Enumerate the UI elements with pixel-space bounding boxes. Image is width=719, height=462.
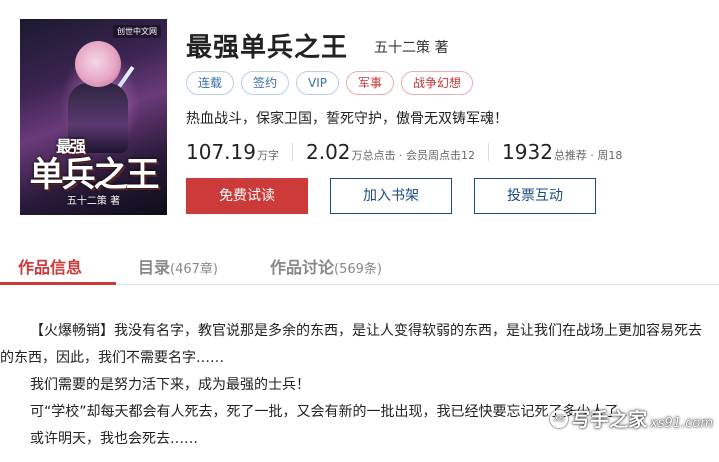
tab-bar: 作品信息 目录(467章) 作品讨论(569条) <box>0 243 719 285</box>
cover-character-head <box>75 41 121 87</box>
tab-work-info-label: 作品信息 <box>18 258 83 277</box>
click-count-value: 2.02 <box>305 140 351 164</box>
cover-brand: 创世中文网 <box>113 25 161 38</box>
recommend-count-unit: 总推荐 · 周18 <box>553 149 623 162</box>
free-read-button[interactable]: 免费试读 <box>186 178 308 214</box>
tab-discussion-count: (569条) <box>334 262 382 277</box>
tag-serializing: 连载 <box>186 71 235 95</box>
watermark: XS 写手之家 xs91.com <box>550 405 713 432</box>
recommend-count-value: 1932 <box>502 140 553 164</box>
watermark-logo-icon: XS <box>550 409 569 428</box>
stat-divider <box>291 143 293 161</box>
tab-catalog[interactable]: 目录(467章) <box>138 254 218 278</box>
book-cover[interactable]: 创世中文网 最强 单兵之王 五十二策 著 <box>20 19 167 215</box>
description-line: 我们需要的是努力活下来，成为最强的士兵！ <box>30 377 310 393</box>
add-to-shelf-button[interactable]: 加入书架 <box>330 178 452 214</box>
book-title: 最强单兵之王 <box>186 33 349 63</box>
tag-list: 连载 签约 VIP 军事 战争幻想 <box>186 71 474 95</box>
cover-author: 五十二策 著 <box>66 196 121 207</box>
tab-discussion-label: 作品讨论 <box>270 258 335 277</box>
tag-signed: 签约 <box>241 71 290 95</box>
cover-title-large: 单兵之王 <box>29 155 160 195</box>
tag-vip: VIP <box>296 71 340 95</box>
tab-catalog-label: 目录 <box>138 258 171 277</box>
stat-divider <box>488 143 490 161</box>
word-count-unit: 万字 <box>256 149 279 162</box>
tab-catalog-count: (467章) <box>170 262 218 277</box>
book-intro: 热血战斗，保家卫国，誓死守护，傲骨无双铸军魂！ <box>186 111 508 127</box>
vote-button[interactable]: 投票互动 <box>474 178 596 214</box>
tab-discussion[interactable]: 作品讨论(569条) <box>270 254 382 278</box>
tag-military[interactable]: 军事 <box>346 71 395 95</box>
book-description: 【火爆畅销】我没有名字，教官说那是多余的东西，是让人变得软弱的东西，是让我们在战… <box>0 318 719 453</box>
watermark-url: xs91.com <box>650 416 713 431</box>
book-stats: 107.19 万字 2.02 万总点击 · 会员周点击12 1932 总推荐 ·… <box>186 140 622 164</box>
cover-title-small: 最强 <box>56 137 86 156</box>
word-count-value: 107.19 <box>186 140 256 164</box>
watermark-name: 写手之家 <box>571 409 648 431</box>
action-buttons: 免费试读 加入书架 投票互动 <box>186 178 596 214</box>
tab-work-info[interactable]: 作品信息 <box>18 254 82 278</box>
cover-title: 最强 单兵之王 <box>20 137 167 196</box>
active-tab-indicator <box>0 282 116 285</box>
description-line: 【火爆畅销】我没有名字，教官说那是多余的东西，是让人变得软弱的东西，是让我们在战… <box>30 323 702 339</box>
description-line: 的东西，因此，我们不需要名字…… <box>0 350 224 366</box>
tag-war-fantasy[interactable]: 战争幻想 <box>401 71 474 95</box>
book-author[interactable]: 五十二策 著 <box>374 37 448 57</box>
click-count-unit: 万总点击 · 会员周点击12 <box>351 149 476 162</box>
